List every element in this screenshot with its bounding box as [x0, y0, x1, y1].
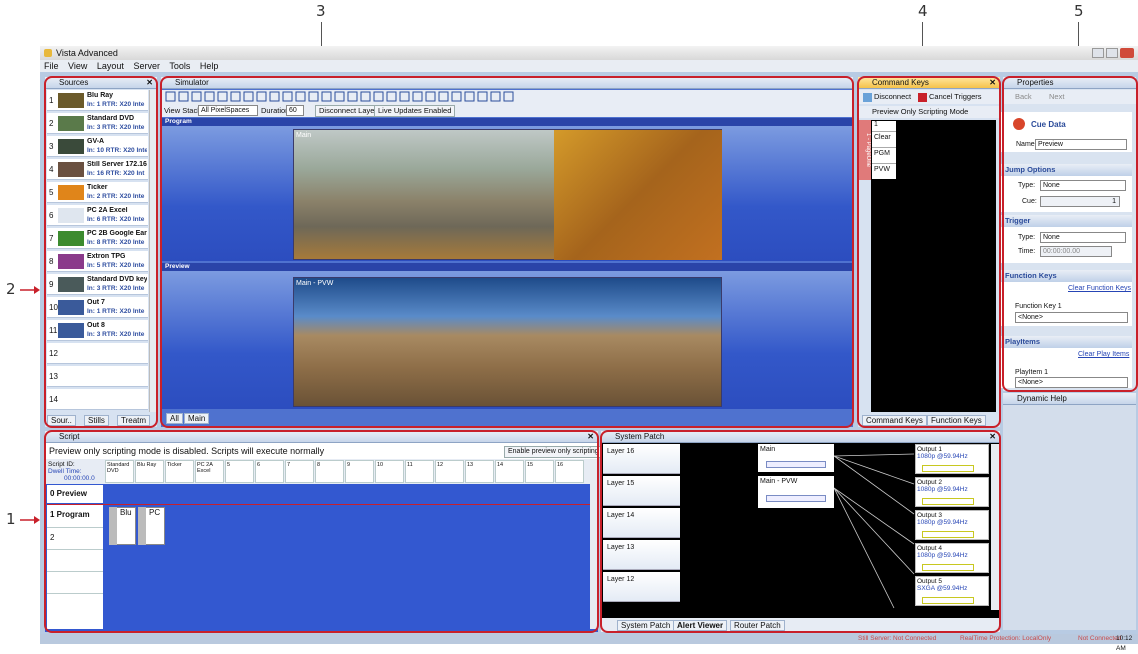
callout-frame-sources [44, 76, 158, 428]
dynamic-help-title: Dynamic Help [1017, 394, 1067, 403]
close-window-button[interactable] [1120, 48, 1134, 58]
callout-1: 1 [6, 510, 16, 528]
title-bar: Vista Advanced [40, 46, 1138, 60]
callout-2: 2 [6, 280, 16, 298]
dynamic-help-header[interactable]: Dynamic Help [1003, 393, 1136, 405]
callout-frame-simulator [160, 76, 854, 428]
callout-5: 5 [1074, 2, 1084, 20]
realtime-status: RealTime Protection: LocalOnly [960, 635, 1052, 642]
app-icon [44, 49, 52, 57]
menu-help[interactable]: Help [200, 61, 219, 71]
menu-server[interactable]: Server [133, 61, 160, 71]
menu-bar: File View Layout Server Tools Help [40, 60, 1138, 72]
callout-1-arrow [20, 516, 40, 524]
dynamic-help-body [1003, 405, 1136, 630]
callout-2-arrow [20, 286, 40, 294]
maximize-button[interactable] [1106, 48, 1118, 58]
callout-frame-command-keys [857, 76, 1001, 428]
callout-frame-properties [1002, 76, 1138, 392]
callout-frame-script [44, 430, 599, 633]
status-bar: Still Server: Not Connected RealTime Pro… [40, 634, 1138, 652]
clock: 10:12 AM [1116, 635, 1133, 652]
menu-layout[interactable]: Layout [97, 61, 124, 71]
callout-4: 4 [918, 2, 928, 20]
window-title: Vista Advanced [56, 48, 118, 58]
menu-view[interactable]: View [68, 61, 87, 71]
menu-tools[interactable]: Tools [169, 61, 190, 71]
still-server-status: Still Server: Not Connected [858, 635, 937, 642]
callout-3: 3 [316, 2, 326, 20]
router-status: Not Connected [1078, 635, 1122, 642]
callout-frame-system-patch [600, 430, 1001, 633]
menu-file[interactable]: File [44, 61, 59, 71]
minimize-button[interactable] [1092, 48, 1104, 58]
